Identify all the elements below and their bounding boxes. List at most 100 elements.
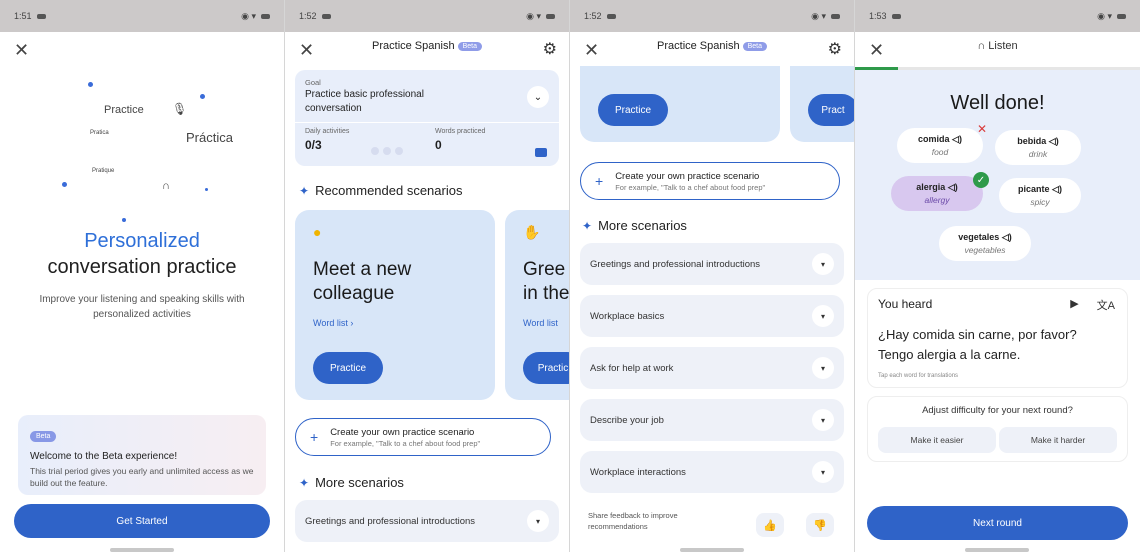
- word-es: comida ◁): [918, 134, 962, 144]
- speaker-icon[interactable]: ◁): [948, 182, 958, 192]
- wifi-icon: ◉ ▾: [811, 10, 826, 21]
- make-easier-button[interactable]: Make it easier: [878, 427, 996, 453]
- word-es: vegetales ◁): [958, 232, 1012, 242]
- plus-icon: +: [595, 173, 604, 189]
- word-es: alergia ◁): [916, 182, 958, 192]
- word-list-link[interactable]: Word list ›: [313, 318, 353, 328]
- row-label: Greetings and professional introductions: [305, 515, 476, 527]
- status-time: 1:51: [14, 11, 32, 21]
- recommended-heading: ✦ Recommended scenarios: [299, 183, 462, 198]
- chevron-down-icon[interactable]: ▾: [812, 409, 834, 431]
- create-example: For example, "Talk to a chef about food …: [330, 438, 481, 448]
- battery-icon: [1117, 13, 1126, 19]
- speaker-icon[interactable]: ◁): [1002, 232, 1012, 242]
- word-es: picante ◁): [1018, 184, 1062, 194]
- scenario-card-greetings[interactable]: ✋ Gree in the Word list Practic: [505, 210, 570, 400]
- speaker-icon[interactable]: ◁): [1049, 136, 1059, 146]
- status-bar: 1:53 ◉ ▾: [855, 0, 1140, 32]
- scenario-card-colleague[interactable]: ● Meet a new colleague Word list › Pract…: [295, 210, 495, 400]
- sentence-line1[interactable]: ¿Hay comida sin carne, por favor?: [878, 327, 1077, 342]
- difficulty-card: Adjust difficulty for your next round? M…: [867, 396, 1128, 462]
- scenario-row[interactable]: Workplace basics ▾: [580, 295, 844, 337]
- chevron-down-icon[interactable]: ▾: [812, 461, 834, 483]
- chevron-down-icon[interactable]: ▾: [812, 253, 834, 275]
- create-scenario-button[interactable]: + Create your own practice scenario For e…: [295, 418, 551, 456]
- more-scenarios-heading: ✦ More scenarios: [299, 475, 404, 490]
- scenario-card-partial-2[interactable]: Pract: [790, 66, 854, 142]
- word-chip-alergia[interactable]: alergia ◁) allergy: [891, 176, 983, 211]
- goal-label: Goal: [305, 78, 321, 87]
- mic-icon: 🎙: [172, 102, 188, 116]
- goal-text: Practice basic professional conversation: [305, 89, 424, 114]
- chevron-down-icon[interactable]: ▾: [527, 510, 549, 532]
- word-chip-comida[interactable]: comida ◁) food: [897, 128, 983, 163]
- correct-icon: ✓: [973, 172, 989, 188]
- word-chip-bebida[interactable]: bebida ◁) drink: [995, 130, 1081, 165]
- play-icon[interactable]: ▶: [1070, 297, 1078, 313]
- speaker-icon[interactable]: ◁): [1052, 184, 1062, 194]
- chevron-down-icon[interactable]: ⌄: [527, 86, 549, 108]
- chevron-down-icon[interactable]: ▾: [812, 305, 834, 327]
- practice-button[interactable]: Practic: [523, 352, 569, 384]
- practice-button[interactable]: Pract: [808, 94, 854, 126]
- word-es: bebida ◁): [1017, 136, 1059, 146]
- scenario-title: Gree in the: [523, 259, 570, 304]
- thumbs-up-icon[interactable]: 👍: [756, 513, 784, 537]
- next-round-button[interactable]: Next round: [867, 506, 1128, 540]
- chevron-down-icon[interactable]: ▾: [812, 357, 834, 379]
- make-harder-button[interactable]: Make it harder: [999, 427, 1117, 453]
- headphones-icon: ∩: [977, 40, 989, 52]
- sparkle-icon: ✦: [299, 475, 310, 490]
- close-icon[interactable]: ✕: [14, 40, 29, 61]
- word-chip-vegetales[interactable]: vegetales ◁) vegetables: [939, 226, 1031, 261]
- practice-button[interactable]: Practice: [598, 94, 668, 126]
- divider: [295, 122, 559, 123]
- screen-listen-result: 1:53 ◉ ▾ ✕ ∩ Listen Well done! comida ◁)…: [855, 0, 1140, 552]
- book-icon[interactable]: [535, 148, 547, 157]
- daily-value: 0/3: [305, 138, 322, 152]
- row-label: Workplace basics: [590, 310, 665, 322]
- translate-icon[interactable]: 文A: [1097, 297, 1115, 313]
- screens-row: 1:51 ◉ ▾ ✕ Practice 🎙 Pratica Práctica P…: [0, 0, 1140, 552]
- word-chip-picante[interactable]: picante ◁) spicy: [999, 178, 1081, 213]
- goal-card[interactable]: Goal Practice basic professional convers…: [295, 70, 559, 166]
- create-scenario-button[interactable]: + Create your own practice scenario For e…: [580, 162, 840, 200]
- scenario-row[interactable]: Describe your job ▾: [580, 399, 844, 441]
- page-title: Practice Spanish Beta: [285, 40, 569, 52]
- create-title: Create your own practice scenario: [615, 170, 760, 182]
- sentence-line2[interactable]: Tengo alergia a la carne.: [878, 347, 1020, 362]
- gear-icon[interactable]: ⚙: [543, 39, 557, 59]
- get-started-button[interactable]: Get Started: [14, 504, 270, 538]
- title-line2: conversation practice: [47, 256, 237, 278]
- scenario-row[interactable]: Greetings and professional introductions…: [295, 500, 559, 542]
- beta-welcome-card: Beta Welcome to the Beta experience! Thi…: [18, 415, 266, 495]
- decor-dot: [62, 182, 67, 187]
- scenario-card-partial[interactable]: Practice: [580, 66, 780, 142]
- translation-hint: Tap each word for translations: [878, 373, 959, 379]
- gear-icon[interactable]: ⚙: [828, 39, 842, 59]
- plus-icon: +: [310, 429, 319, 445]
- home-indicator: [110, 548, 174, 552]
- status-icons: [321, 13, 331, 19]
- status-icons: [606, 13, 616, 19]
- well-done-title: Well done!: [950, 92, 1045, 114]
- more-label: More scenarios: [315, 475, 404, 490]
- word-list-link[interactable]: Word list: [523, 318, 558, 328]
- word-en: drink: [1028, 149, 1048, 159]
- sparkle-icon: ✦: [582, 218, 593, 233]
- thumbs-down-icon[interactable]: 👎: [806, 513, 834, 537]
- beta-body: This trial period gives you early and un…: [30, 466, 254, 488]
- speaker-icon[interactable]: ◁): [952, 134, 962, 144]
- listen-label: Listen: [988, 40, 1018, 52]
- status-time: 1:52: [299, 11, 317, 21]
- more-scenarios-heading: ✦ More scenarios: [582, 218, 687, 233]
- scenario-row[interactable]: Ask for help at work ▾: [580, 347, 844, 389]
- practice-button[interactable]: Practice: [313, 352, 383, 384]
- daily-dots: [371, 147, 403, 155]
- screen-practice-home: 1:52 ◉ ▾ ✕ Practice Spanish Beta ⚙ Goal P…: [285, 0, 570, 552]
- beta-badge: Beta: [742, 41, 767, 51]
- sparkle-icon: ✦: [299, 183, 310, 198]
- onboarding-title: Personalized conversation practice: [0, 228, 284, 280]
- scenario-row[interactable]: Greetings and professional introductions…: [580, 243, 844, 285]
- scenario-row[interactable]: Workplace interactions ▾: [580, 451, 844, 493]
